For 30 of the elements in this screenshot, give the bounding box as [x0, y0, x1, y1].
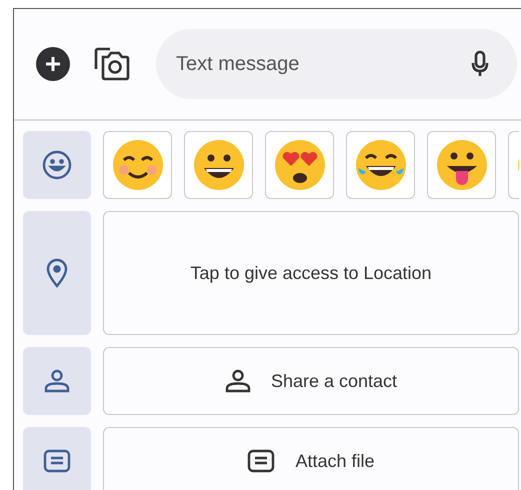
emoji-face-icon	[434, 138, 488, 192]
contact-tab[interactable]	[23, 347, 91, 415]
camera-icon	[94, 47, 130, 81]
person-icon	[224, 369, 251, 393]
smiley-icon	[42, 150, 72, 180]
file-icon	[247, 449, 276, 473]
microphone-icon[interactable]	[471, 50, 489, 78]
location-pin-icon	[46, 258, 68, 288]
location-access-card[interactable]: Tap to give access to Location	[103, 211, 519, 335]
gallery-camera-button[interactable]	[94, 46, 130, 82]
emoji-option[interactable]	[103, 131, 172, 199]
location-tab[interactable]	[23, 211, 91, 335]
emoji-face-icon	[110, 138, 164, 192]
emoji-option[interactable]	[346, 131, 415, 199]
message-field[interactable]: Text message	[156, 29, 517, 99]
emoji-face-icon	[272, 138, 326, 192]
share-contact-card[interactable]: Share a contact	[103, 347, 519, 415]
message-input[interactable]: Text message	[176, 49, 471, 79]
emoji-face-icon	[354, 138, 408, 192]
attach-file-card[interactable]: Attach file	[103, 427, 519, 490]
emoji-option[interactable]	[184, 131, 253, 199]
emoji-option[interactable]	[427, 131, 496, 199]
file-tab[interactable]	[23, 427, 91, 490]
emoji-tab[interactable]	[23, 131, 91, 199]
person-icon	[44, 369, 70, 393]
emoji-option[interactable]	[265, 131, 334, 199]
emoji-face-icon	[192, 138, 246, 192]
plus-icon	[45, 56, 61, 72]
file-icon	[43, 449, 71, 473]
add-button[interactable]	[36, 47, 70, 81]
